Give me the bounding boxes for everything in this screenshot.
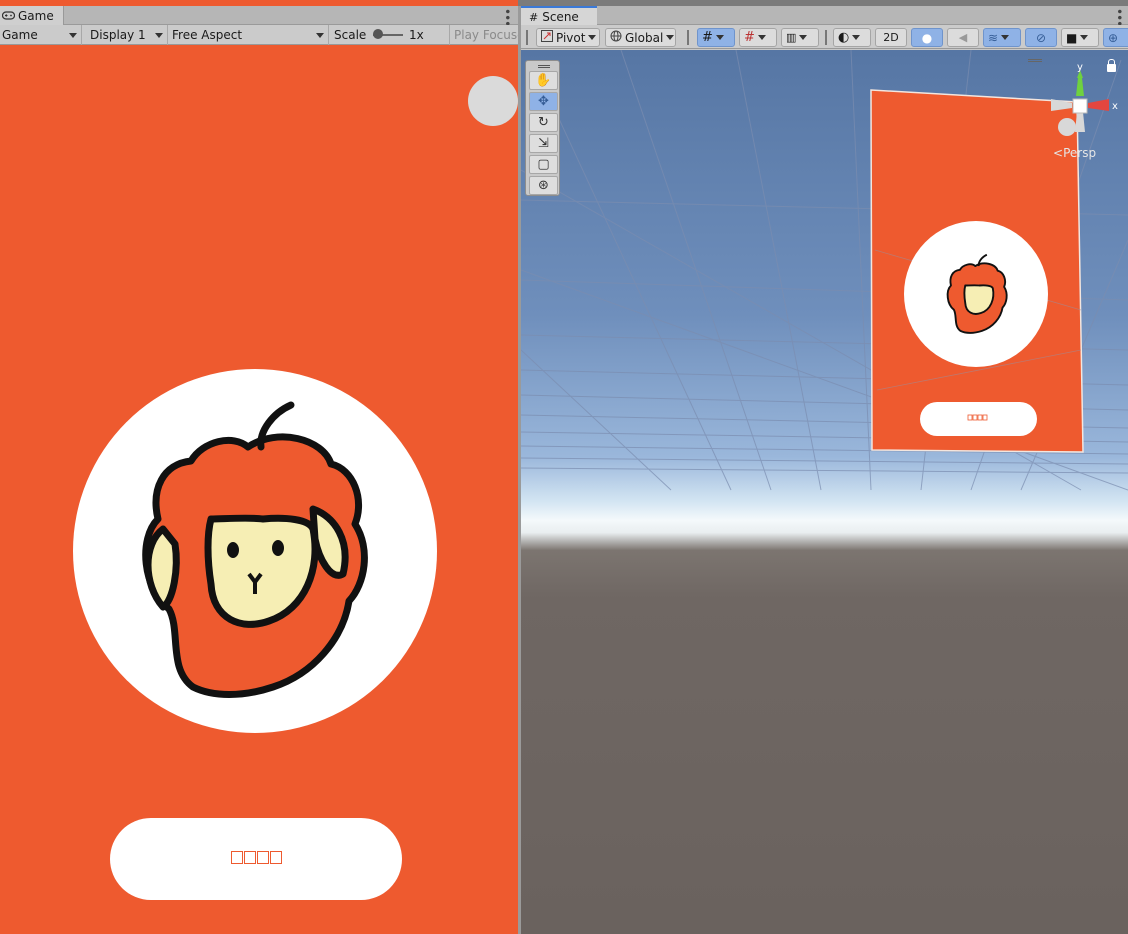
scene-viewport[interactable]: ✋ ✥ ↻ ⇲ ▢ ⊛ y x <Persp [521, 50, 1128, 934]
ruler-icon: ▥ [786, 31, 797, 44]
play-focused-label: Play Focused [454, 28, 518, 42]
chevron-down-icon [666, 35, 675, 40]
lightbulb-icon: ● [921, 30, 933, 45]
eye-crossed-icon: ⊘ [1035, 30, 1047, 45]
chevron-down-icon [1001, 35, 1010, 40]
transform-tool-icon[interactable]: ⊛ [529, 176, 558, 195]
global-dropdown[interactable]: Global [605, 28, 676, 47]
scene-tool-palette: ✋ ✥ ↻ ⇲ ▢ ⊛ [525, 60, 560, 196]
scene-view-panel: # Scene ••• Pivot Global # # ▥ ◐ 2D ● ◀ … [521, 6, 1128, 934]
palette-grip[interactable] [538, 65, 550, 68]
tab-game[interactable]: Game [0, 6, 64, 25]
chevron-down-icon [155, 33, 163, 38]
effects-dropdown[interactable]: ≋ [983, 28, 1021, 47]
scene-grid-lines [521, 50, 1128, 491]
monkey-apple-logo-icon [142, 401, 368, 698]
toolbar-separator [825, 30, 827, 45]
chevron-down-icon [799, 35, 808, 40]
game-options-kebab-icon[interactable]: ••• [500, 8, 514, 26]
logo-circle [73, 369, 437, 733]
scene-toolbar: Pivot Global # # ▥ ◐ 2D ● ◀ ≋ ⊘ ■ ⊕ [521, 25, 1128, 49]
hand-tool-icon[interactable]: ✋ [529, 71, 558, 90]
chevron-down-icon [316, 33, 324, 38]
play-focused-dropdown[interactable]: Play Focused [450, 25, 518, 45]
game-view-panel: Game ••• Game Display 1 Free Aspect Scal… [0, 0, 518, 934]
grid-visibility-toggle[interactable]: # [697, 28, 735, 47]
pivot-icon [541, 30, 553, 45]
gizmo-x-label: x [1112, 101, 1118, 112]
aspect-dropdown[interactable]: Free Aspect [168, 25, 329, 45]
pivot-label: Pivot [556, 30, 586, 45]
game-mode-dropdown[interactable]: Game [0, 25, 82, 45]
chevron-down-icon [715, 35, 724, 40]
increment-snap-toggle[interactable]: # [739, 28, 777, 47]
camera-dropdown[interactable]: ■ [1061, 28, 1099, 47]
chevron-left-icon: < [1053, 146, 1064, 160]
persp-label[interactable]: <Persp [1053, 146, 1096, 160]
lighting-toggle[interactable]: ● [911, 28, 943, 47]
global-label: Global [625, 30, 664, 45]
game-mode-label: Game [2, 28, 38, 42]
chevron-down-icon [1080, 35, 1089, 40]
gizmos-dropdown[interactable]: ⊕ [1103, 28, 1128, 47]
speaker-muted-icon: ◀ [958, 31, 968, 44]
gamepad-icon [1, 9, 16, 23]
snap-magnet-icon: # [744, 30, 755, 45]
missing-glyph-boxes [230, 851, 282, 867]
shading-sphere-icon: ◐ [838, 30, 850, 45]
chevron-down-icon [588, 35, 597, 40]
display-label: Display 1 [90, 28, 146, 42]
rect-tool-icon[interactable]: ▢ [529, 155, 558, 174]
glyph-box [269, 851, 282, 864]
pivot-dropdown[interactable]: Pivot [536, 28, 600, 47]
game-tab-label: Game [18, 8, 54, 23]
camera-icon: ■ [1066, 30, 1078, 45]
gizmo-globe-icon: ⊕ [1108, 30, 1119, 45]
layers-icon: ≋ [988, 30, 999, 45]
glyph-box [230, 851, 243, 864]
scene-visibility-toggle[interactable]: ⊘ [1025, 28, 1057, 47]
chevron-down-icon [852, 35, 861, 40]
grid-size-dropdown[interactable]: ▥ [781, 28, 819, 47]
scale-value: 1x [409, 28, 424, 42]
toolbar-grip[interactable] [526, 30, 528, 45]
gizmo-y-label: y [1077, 62, 1083, 73]
game-tab-bar: Game ••• [0, 6, 518, 26]
scene-tab-bar: # Scene ••• [521, 6, 1128, 26]
scene-tab-label: Scene [542, 10, 579, 24]
scene-options-kebab-icon[interactable]: ••• [1112, 8, 1126, 26]
corner-circle-button[interactable] [468, 76, 518, 126]
toolbar-separator [687, 30, 689, 45]
grid-hash-icon: # [529, 10, 539, 24]
scale-tool-icon[interactable]: ⇲ [529, 134, 558, 153]
display-dropdown[interactable]: Display 1 [86, 25, 168, 45]
globe-icon [610, 30, 622, 45]
glyph-box [243, 851, 256, 864]
audio-toggle[interactable]: ◀ [947, 28, 979, 47]
aspect-label: Free Aspect [172, 28, 243, 42]
mode-2d-label: 2D [883, 31, 899, 44]
grid-snap-icon: # [702, 30, 713, 45]
mode-2d-toggle[interactable]: 2D [875, 28, 907, 47]
persp-text: Persp [1063, 146, 1097, 160]
tab-scene[interactable]: # Scene [521, 6, 597, 26]
scale-label: Scale [334, 28, 367, 42]
draw-mode-dropdown[interactable]: ◐ [833, 28, 871, 47]
glyph-box [256, 851, 269, 864]
game-toolbar: Game Display 1 Free Aspect Scale 1x Play… [0, 25, 518, 45]
unity-editor: Game ••• Game Display 1 Free Aspect Scal… [0, 0, 1128, 934]
rotate-tool-icon[interactable]: ↻ [529, 113, 558, 132]
scale-slider-knob[interactable] [373, 29, 383, 39]
chevron-down-icon [69, 33, 77, 38]
chevron-down-icon [757, 35, 766, 40]
overlay-grip[interactable] [1028, 59, 1042, 62]
start-button[interactable]: □□□□ [110, 818, 402, 900]
move-tool-icon[interactable]: ✥ [529, 92, 558, 111]
